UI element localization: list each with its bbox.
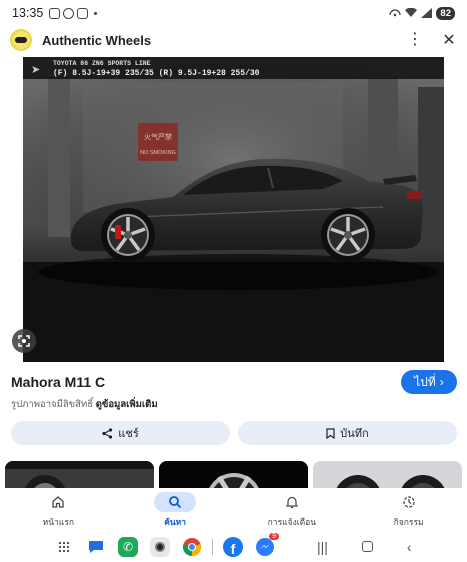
nav-search[interactable]: ค้นหา	[117, 488, 234, 532]
more-vert-icon[interactable]: ⋮	[407, 32, 423, 48]
status-right: 82	[389, 6, 455, 20]
phone-app-icon[interactable]: ✆	[116, 535, 140, 559]
battery-indicator: 82	[436, 6, 455, 20]
nav-home[interactable]: หน้าแรก	[0, 488, 117, 532]
status-time: 13:35	[12, 6, 44, 20]
save-label: บันทึก	[340, 428, 369, 440]
screenshot-notification-icon	[49, 7, 61, 19]
nav-search-label: ค้นหา	[164, 516, 187, 527]
nav-home-label: หน้าแรก	[42, 516, 75, 527]
svg-text:➤: ➤	[31, 63, 40, 76]
share-button[interactable]: แชร์	[11, 421, 230, 445]
back-button[interactable]: ‹	[407, 539, 412, 555]
authentic-wheels-logo	[10, 29, 32, 51]
svg-text:NO SMOKING: NO SMOKING	[140, 150, 176, 156]
dock-separator	[212, 539, 213, 555]
messenger-app-icon[interactable]: 9	[253, 533, 279, 559]
nav-activity[interactable]: กิจกรรม	[350, 488, 467, 532]
search-icon	[169, 495, 182, 508]
visit-label: ไปที่	[414, 374, 436, 389]
app-drawer-icon[interactable]	[52, 535, 76, 559]
messenger-notification-icon	[63, 7, 75, 19]
copyright-link[interactable]: ดูข้อมูลเพิ่มเติม	[96, 399, 158, 410]
bell-icon	[285, 496, 299, 508]
system-dock: ✆ f 9 ||| ‹	[0, 532, 467, 562]
signal-icon	[421, 8, 433, 18]
bookmark-icon	[326, 427, 335, 439]
activity-icon	[403, 495, 415, 508]
wifi-icon	[405, 8, 418, 17]
copyright-text: รูปภาพอาจมีลิขสิทธิ์	[11, 399, 94, 410]
chrome-app-icon[interactable]	[180, 535, 204, 559]
bottom-nav: หน้าแรก ค้นหา การแจ้งเตือน กิจกรรม	[0, 488, 467, 532]
header-title: Authentic Wheels	[42, 32, 152, 48]
system-nav: ||| ‹	[317, 539, 412, 555]
home-button[interactable]	[361, 539, 373, 555]
status-bar: 13:35 82	[0, 0, 467, 26]
more-notifications-dot	[94, 11, 98, 15]
nav-activity-label: กิจกรรม	[393, 516, 424, 527]
related-image-1[interactable]	[5, 461, 154, 491]
hotspot-icon	[389, 9, 402, 17]
share-icon	[102, 427, 113, 439]
app-header: Authentic Wheels ⋮ ✕	[0, 26, 467, 54]
app-notification-icon	[77, 7, 89, 19]
messenger-badge: 9	[269, 533, 279, 540]
chevron-right-icon: ›	[439, 375, 444, 389]
car-photo: ➤ TOYOTA 86 ZN6 SPORTS LINE (F) 8.5J-19+…	[23, 57, 444, 362]
product-title: Mahora M11 C	[11, 374, 106, 390]
notification-icons	[49, 7, 98, 19]
lens-icon	[18, 335, 30, 347]
banner-line-1: TOYOTA 86 ZN6 SPORTS LINE	[53, 60, 151, 67]
camera-app-icon[interactable]	[148, 535, 172, 559]
rear-wheel	[321, 208, 375, 262]
action-row: แชร์ บันทึก	[11, 421, 457, 445]
home-icon	[52, 495, 65, 508]
messages-app-icon[interactable]	[84, 535, 108, 559]
svg-text:火气严禁: 火气严禁	[144, 132, 172, 141]
recents-button[interactable]: |||	[317, 539, 328, 555]
banner-line-2: (F) 8.5J-19+39 235/35 (R) 9.5J-19+28 255…	[53, 69, 260, 78]
related-image-2[interactable]	[159, 461, 308, 491]
close-icon[interactable]: ✕	[441, 30, 457, 50]
facebook-app-icon[interactable]: f	[221, 535, 245, 559]
share-label: แชร์	[118, 428, 139, 440]
visit-button[interactable]: ไปที่ ›	[401, 370, 457, 394]
save-button[interactable]: บันทึก	[238, 421, 457, 445]
lens-search-button[interactable]	[12, 329, 36, 353]
nav-notifications-label: การแจ้งเตือน	[267, 516, 317, 527]
copyright-line: รูปภาพอาจมีลิขสิทธิ์ ดูข้อมูลเพิ่มเติม	[11, 397, 158, 412]
front-wheel	[101, 208, 155, 262]
main-image[interactable]: ➤ TOYOTA 86 ZN6 SPORTS LINE (F) 8.5J-19+…	[23, 57, 444, 362]
nav-notifications[interactable]: การแจ้งเตือน	[234, 488, 351, 532]
related-image-3[interactable]	[313, 461, 462, 491]
